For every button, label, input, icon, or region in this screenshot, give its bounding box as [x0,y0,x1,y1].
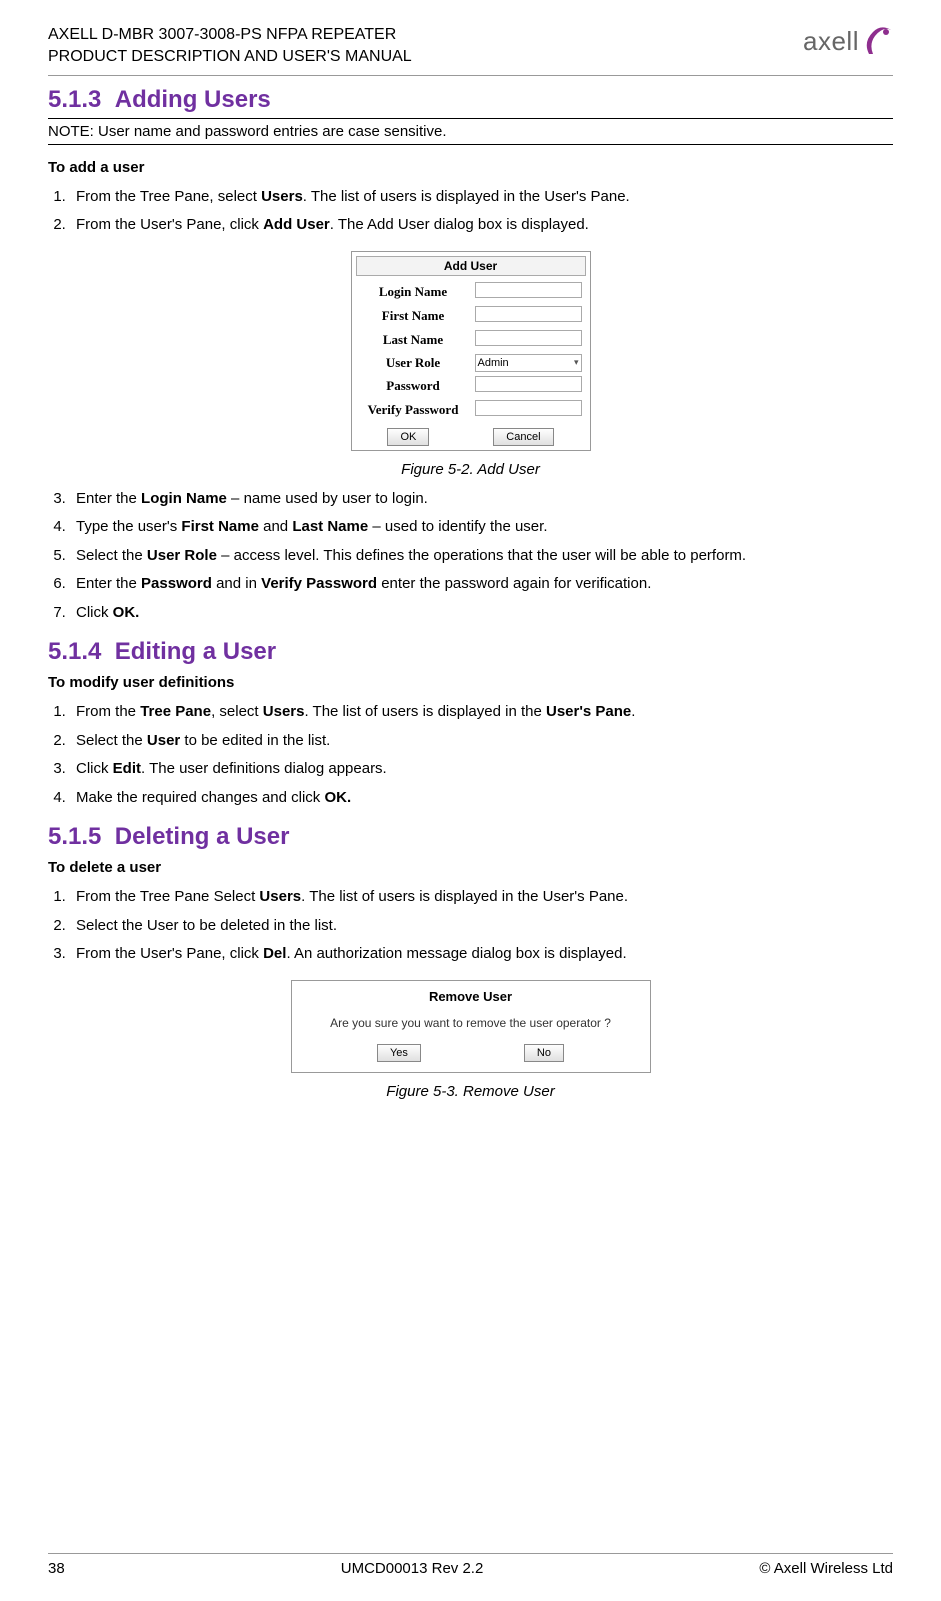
list-item: Select the User Role – access level. Thi… [70,545,893,568]
heading-num: 5.1.3 [48,86,101,113]
footer-page: 38 [48,1560,65,1577]
heading-title: Deleting a User [115,823,290,850]
list-item: Click Edit. The user definitions dialog … [70,758,893,781]
header-text: AXELL D-MBR 3007-3008-PS NFPA REPEATER P… [48,24,412,69]
label-first-name: First Name [356,304,471,328]
footer-copy: © Axell Wireless Ltd [759,1560,893,1577]
user-role-select[interactable]: Admin ▾ [475,354,582,372]
list-item: Enter the Login Name – name used by user… [70,488,893,511]
logo-icon [859,24,893,58]
figure-remove-user: Remove User Are you sure you want to rem… [48,980,893,1100]
password-input[interactable] [475,376,582,392]
login-name-input[interactable] [475,282,582,298]
add-user-dialog: Add User Login Name First Name Last Name… [356,256,586,446]
note-box: NOTE: User name and password entries are… [48,118,893,145]
heading-editing-user: 5.1.4 Editing a User [48,638,893,666]
dialog-frame: Add User Login Name First Name Last Name… [351,251,591,451]
heading-title: Adding Users [115,86,271,113]
footer-rev: UMCD00013 Rev 2.2 [341,1560,484,1577]
list-item: Make the required changes and click OK. [70,787,893,810]
dialog-message: Are you sure you want to remove the user… [296,1012,646,1044]
heading-deleting-user: 5.1.5 Deleting a User [48,823,893,851]
page-header: AXELL D-MBR 3007-3008-PS NFPA REPEATER P… [48,24,893,76]
page-footer: 38 UMCD00013 Rev 2.2 © Axell Wireless Lt… [48,1553,893,1577]
heading-num: 5.1.4 [48,638,101,665]
add-user-steps-a: From the Tree Pane, select Users. The li… [70,186,893,237]
verify-password-input[interactable] [475,400,582,416]
yes-button[interactable]: Yes [377,1044,421,1062]
dialog-title: Add User [356,256,586,276]
list-item: Select the User to be deleted in the lis… [70,915,893,938]
delete-user-steps: From the Tree Pane Select Users. The lis… [70,886,893,966]
subhead-add-user: To add a user [48,159,893,176]
list-item: From the Tree Pane, select Users. The li… [70,186,893,209]
list-item: Click OK. [70,602,893,625]
no-button[interactable]: No [524,1044,564,1062]
user-role-value: Admin [478,357,509,369]
subhead-delete: To delete a user [48,859,893,876]
heading-adding-users: 5.1.3 Adding Users [48,86,893,114]
edit-user-steps: From the Tree Pane, select Users. The li… [70,701,893,809]
label-verify-password: Verify Password [356,398,471,422]
list-item: From the User's Pane, click Del. An auth… [70,943,893,966]
header-line1: AXELL D-MBR 3007-3008-PS NFPA REPEATER [48,24,412,46]
heading-title: Editing a User [115,638,276,665]
label-last-name: Last Name [356,328,471,352]
subhead-modify: To modify user definitions [48,674,893,691]
dialog-frame: Remove User Are you sure you want to rem… [291,980,651,1073]
cancel-button[interactable]: Cancel [493,428,553,446]
add-user-steps-b: Enter the Login Name – name used by user… [70,488,893,625]
figure-caption-1: Figure 5-2. Add User [48,461,893,478]
logo-brand: axell [803,26,859,57]
header-line2: PRODUCT DESCRIPTION AND USER'S MANUAL [48,46,412,68]
dialog-title: Remove User [296,985,646,1012]
label-user-role: User Role [356,352,471,374]
ok-button[interactable]: OK [387,428,429,446]
list-item: Type the user's First Name and Last Name… [70,516,893,539]
heading-num: 5.1.5 [48,823,101,850]
list-item: From the User's Pane, click Add User. Th… [70,214,893,237]
first-name-input[interactable] [475,306,582,322]
figure-add-user: Add User Login Name First Name Last Name… [48,251,893,478]
last-name-input[interactable] [475,330,582,346]
list-item: Select the User to be edited in the list… [70,730,893,753]
chevron-down-icon: ▾ [574,357,579,368]
logo: axell [799,24,893,58]
figure-caption-2: Figure 5-3. Remove User [48,1083,893,1100]
label-password: Password [356,374,471,398]
list-item: Enter the Password and in Verify Passwor… [70,573,893,596]
list-item: From the Tree Pane Select Users. The lis… [70,886,893,909]
list-item: From the Tree Pane, select Users. The li… [70,701,893,724]
remove-user-dialog: Remove User Are you sure you want to rem… [296,985,646,1068]
label-login-name: Login Name [356,280,471,304]
